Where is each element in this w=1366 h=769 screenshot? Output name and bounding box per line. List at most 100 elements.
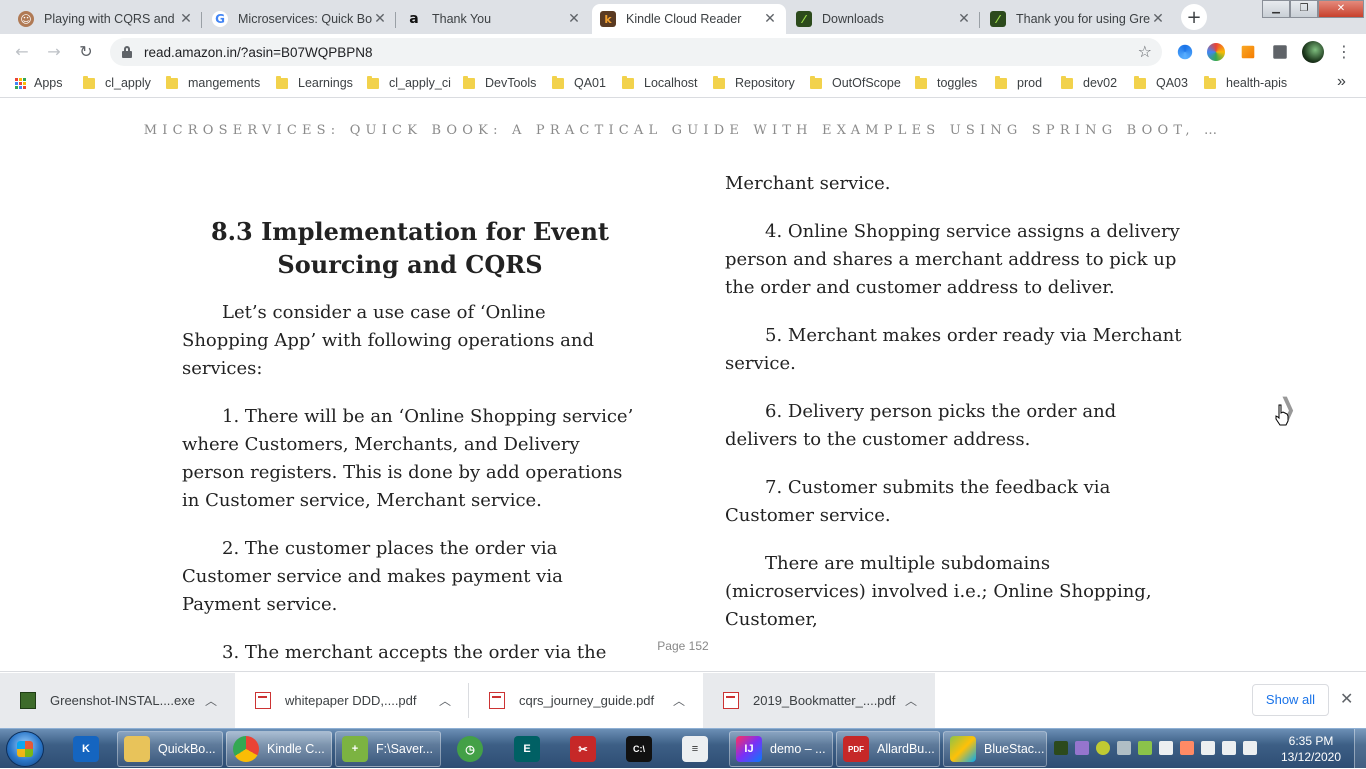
system-clock[interactable]: 6:35 PM 13/12/2020 [1276,733,1346,765]
new-tab-button[interactable]: + [1181,4,1207,30]
bookmark-star-icon[interactable]: ☆ [1138,42,1152,61]
speaker-icon[interactable] [1243,741,1257,755]
update-tray-icon[interactable] [1096,741,1110,755]
bluestacks-tray-icon[interactable] [1138,741,1152,755]
folder-icon [915,75,927,89]
bookmark-folder-dev02[interactable]: dev02 [1061,75,1117,90]
bookmark-folder-qa03[interactable]: QA03 [1134,75,1188,90]
book-title: MICROSERVICES: QUICK BOOK: A PRACTICAL G… [143,123,1223,138]
chevron-up-icon[interactable]: ︿ [905,692,917,709]
tab-kindle-cloud-reader[interactable]: k Kindle Cloud Reader ✕ [592,4,786,34]
maximize-button[interactable]: ❐ [1290,0,1318,18]
bookmark-folder-prod[interactable]: prod [995,75,1043,90]
paragraph: 7. Customer submits the feedback via Cus… [725,477,1111,526]
download-filename: 2019_Bookmatter_....pdf [753,693,896,708]
display-icon[interactable] [1222,741,1236,755]
bookmark-folder-mangements[interactable]: mangements [166,75,260,90]
taskbar-item[interactable]: E [505,731,549,767]
bookmark-label: Apps [34,76,63,90]
taskbar-item[interactable]: ◷ [448,731,492,767]
bookmark-folder-qa01[interactable]: QA01 [552,75,606,90]
folder-icon [124,736,150,762]
forward-button[interactable]: → [42,41,66,63]
download-item[interactable]: 2019_Bookmatter_....pdf ︿ [703,673,935,728]
tab-downloads[interactable]: ⁄ Downloads ✕ [788,4,980,34]
avatar-icon: ☺ [18,11,34,27]
taskbar-label: AllardBu... [877,742,935,756]
show-all-button[interactable]: Show all [1252,684,1329,716]
back-button[interactable]: ← [10,41,34,63]
taskbar-item[interactable]: BlueStac... [943,731,1047,767]
close-icon[interactable]: ✕ [178,11,194,27]
bookmark-folder-health-apis[interactable]: health-apis [1204,75,1288,90]
bookmarks-overflow-button[interactable]: » [1337,73,1346,91]
paragraph: 6. Delivery person picks the order and d… [725,401,1117,450]
taskbar-item[interactable]: ✂ [561,731,605,767]
security-shield-icon[interactable] [1117,741,1131,755]
taskbar-item[interactable]: + F:\Saver... [335,731,441,767]
tab-title: Thank You [432,12,492,26]
more-menu-icon[interactable]: ⋮ [1336,42,1352,61]
chapter-heading: 8.3 Implementation for Event Sourcing an… [210,217,610,279]
chevron-up-icon[interactable]: ︿ [439,692,451,709]
minimize-button[interactable]: ▁ [1262,0,1290,18]
close-icon[interactable]: ✕ [566,11,582,27]
download-item[interactable]: cqrs_journey_guide.pdf ︿ [469,673,703,728]
pen-extension-icon[interactable] [1177,44,1193,60]
bookmark-label: Localhost [644,76,698,90]
app-tray-icon[interactable] [1075,741,1089,755]
bookmark-folder-learnings[interactable]: Learnings [276,75,353,90]
extensions-puzzle-icon[interactable] [1273,45,1287,59]
arrow-extension-icon[interactable] [1241,45,1255,59]
bookmark-folder-repository[interactable]: Repository [713,75,795,90]
folder-icon [713,75,725,89]
taskbar-item[interactable]: K [64,731,108,767]
bookmark-folder-devtools[interactable]: DevTools [463,75,536,90]
bookmark-label: cl_apply_ci [389,76,451,90]
tab-cqrs[interactable]: ☺ Playing with CQRS and E ✕ [10,4,202,34]
network-tray-icon[interactable] [1159,741,1173,755]
bookmark-folder-cl-apply-ci[interactable]: cl_apply_ci [367,75,451,90]
taskbar-label: BlueStac... [984,742,1045,756]
chevron-up-icon[interactable]: ︿ [205,692,217,709]
bookmark-folder-outofscope[interactable]: OutOfScope [810,75,901,90]
start-button[interactable] [6,731,44,767]
tab-thank-you[interactable]: a Thank You ✕ [398,4,590,34]
taskbar-item[interactable]: Kindle C... [226,731,332,767]
bookmark-label: prod [1017,76,1043,90]
google-icon: G [212,11,228,27]
chevron-up-icon[interactable]: ︿ [673,692,685,709]
folder-icon [810,75,822,89]
windows-taskbar: K QuickBo... Kindle C... + F:\Saver... ◷… [0,728,1366,769]
taskbar-item[interactable]: ≡ [673,731,717,767]
profile-avatar[interactable] [1302,41,1324,63]
taskbar-item[interactable]: C:\ [617,731,661,767]
tab-microservices[interactable]: G Microservices: Quick Boo ✕ [204,4,396,34]
taskbar-item[interactable]: IJ demo – ... [729,731,833,767]
color-picker-extension-icon[interactable] [1207,43,1225,61]
reload-button[interactable]: ↻ [74,41,98,63]
flag-icon[interactable] [1201,741,1215,755]
show-desktop-button[interactable] [1354,729,1366,769]
address-bar[interactable]: read.amazon.in/?asin=B07WQPBPN8 ☆ [110,38,1162,66]
bookmark-folder-toggles[interactable]: toggles [915,75,977,90]
bookmark-folder-localhost[interactable]: Localhost [622,75,698,90]
close-icon[interactable]: ✕ [372,11,388,27]
greenshot-tray-icon[interactable] [1054,741,1068,755]
volume-muted-icon[interactable] [1180,741,1194,755]
tab-greenshot[interactable]: ⁄ Thank you for using Gre ✕ [982,4,1174,34]
taskbar-item[interactable]: PDF AllardBu... [836,731,940,767]
close-icon[interactable]: ✕ [1340,689,1353,708]
bookmark-apps[interactable]: Apps [15,76,63,90]
bookmark-label: health-apis [1226,76,1288,90]
close-icon[interactable]: ✕ [956,11,972,27]
taskbar-item[interactable]: QuickBo... [117,731,223,767]
tab-title: Thank you for using Gre [1016,12,1150,26]
bookmark-folder-cl-apply[interactable]: cl_apply [83,75,151,90]
close-icon[interactable]: ✕ [1150,11,1166,27]
download-item[interactable]: whitepaper DDD,....pdf ︿ [235,673,469,728]
close-icon[interactable]: ✕ [762,11,778,27]
window-close-button[interactable]: ✕ [1318,0,1364,18]
page-number: Page 152 [657,639,709,653]
download-item[interactable]: Greenshot-INSTAL....exe ︿ [0,673,235,728]
